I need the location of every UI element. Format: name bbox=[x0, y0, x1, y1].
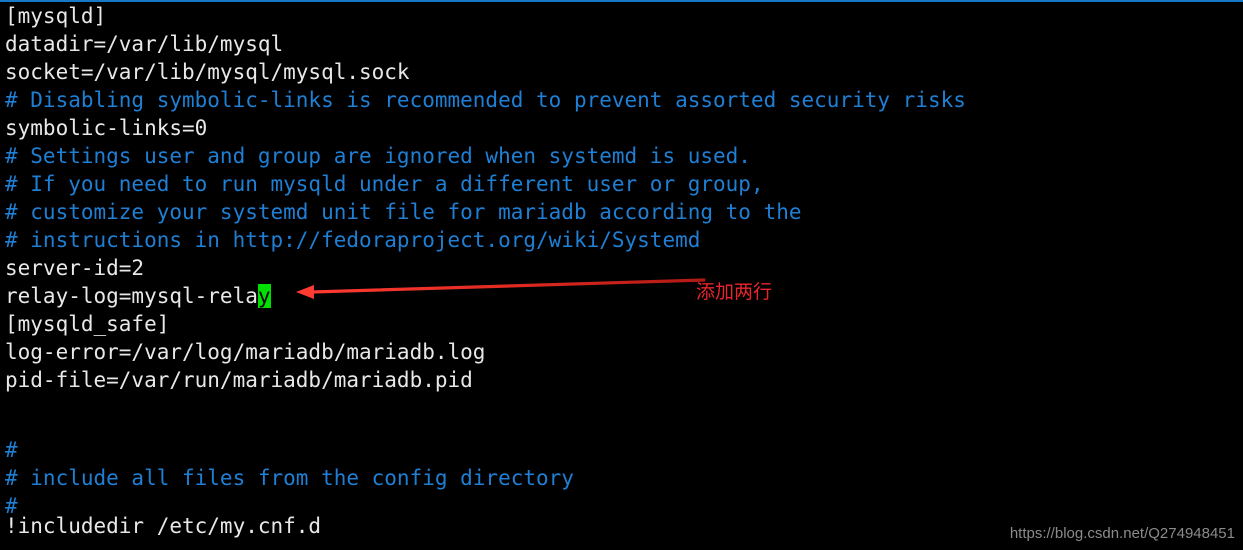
code-line[interactable]: [mysqld_safe] bbox=[5, 310, 169, 338]
code-line-comment[interactable]: # instructions in http://fedoraproject.o… bbox=[5, 226, 700, 254]
terminal-text-area[interactable]: [mysqld] datadir=/var/lib/mysql socket=/… bbox=[0, 2, 1243, 550]
code-line[interactable]: pid-file=/var/run/mariadb/mariadb.pid bbox=[5, 366, 473, 394]
code-line[interactable]: datadir=/var/lib/mysql bbox=[5, 30, 283, 58]
code-line[interactable]: symbolic-links=0 bbox=[5, 114, 207, 142]
watermark-url: https://blog.csdn.net/Q274948451 bbox=[1009, 525, 1235, 542]
code-line[interactable]: [mysqld] bbox=[5, 2, 106, 30]
code-line-comment[interactable]: # bbox=[5, 436, 18, 464]
code-line[interactable]: socket=/var/lib/mysql/mysql.sock bbox=[5, 58, 410, 86]
code-line-comment[interactable]: # Disabling symbolic-links is recommende… bbox=[5, 86, 966, 114]
block-cursor[interactable]: y bbox=[257, 284, 271, 308]
code-line-relay-log[interactable]: relay-log=mysql-relay bbox=[5, 282, 271, 310]
code-line-includedir[interactable]: !includedir /etc/my.cnf.d bbox=[5, 512, 321, 540]
code-line-server-id[interactable]: server-id=2 bbox=[5, 254, 144, 282]
terminal-window: [mysqld] datadir=/var/lib/mysql socket=/… bbox=[0, 0, 1243, 550]
code-line[interactable]: log-error=/var/log/mariadb/mariadb.log bbox=[5, 338, 485, 366]
annotation-label: 添加两行 bbox=[696, 281, 773, 303]
code-line-comment[interactable]: # customize your systemd unit file for m… bbox=[5, 198, 802, 226]
code-line-comment[interactable]: # If you need to run mysqld under a diff… bbox=[5, 170, 764, 198]
code-line-comment[interactable]: # include all files from the config dire… bbox=[5, 464, 574, 492]
code-line-comment[interactable]: # Settings user and group are ignored wh… bbox=[5, 142, 751, 170]
relay-log-text: relay-log=mysql-rela bbox=[5, 284, 258, 308]
